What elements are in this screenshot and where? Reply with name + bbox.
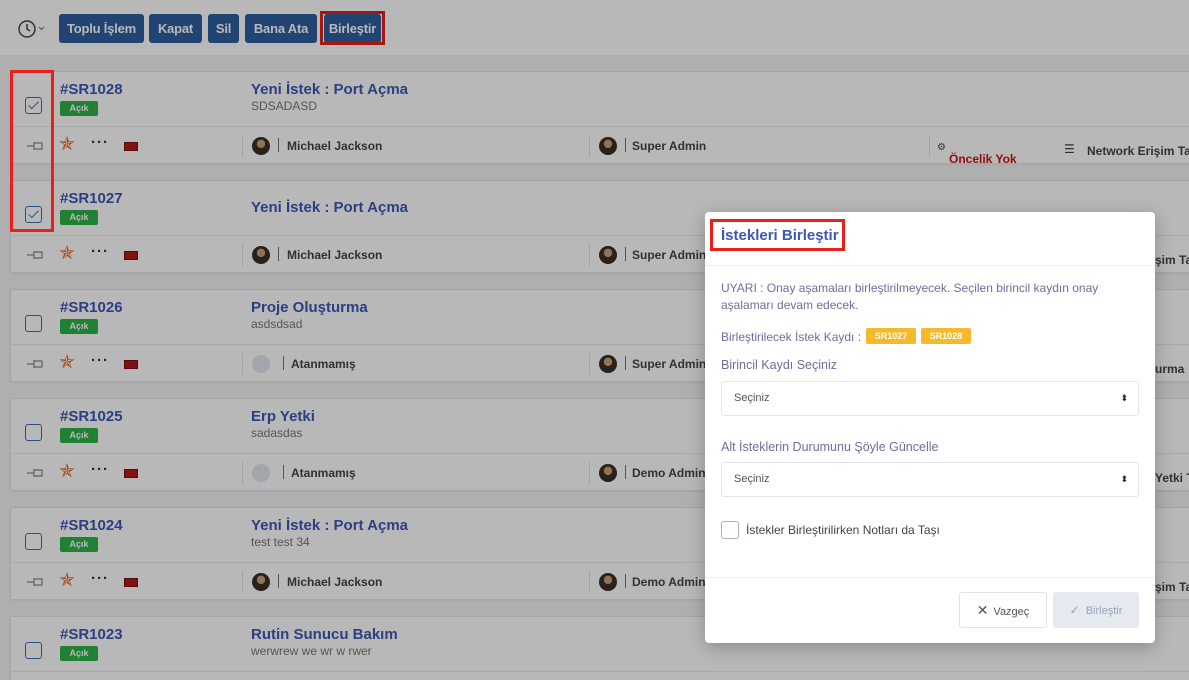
selected-checkboxes-highlight xyxy=(10,70,54,232)
merge-tag: SR1028 xyxy=(921,328,971,344)
select-arrows-icon: ⬍ xyxy=(1120,474,1128,484)
cancel-label: Vazgeç xyxy=(993,606,1030,618)
primary-record-select[interactable]: Seçiniz ⬍ xyxy=(721,381,1139,416)
primary-record-label: Birincil Kaydı Seçiniz xyxy=(721,358,838,372)
move-notes-label[interactable]: İstekler Birleştirilirken Notları da Taş… xyxy=(746,523,940,537)
merge-requests-modal: İstekleri Birleştir UYARI : Onay aşamala… xyxy=(705,212,1155,643)
warning-text: UYARI : Onay aşamaları birleştirilmeyece… xyxy=(721,281,1099,312)
modal-title-highlight xyxy=(710,219,845,251)
sub-status-label: Alt İsteklerin Durumunu Şöyle Güncelle xyxy=(721,440,939,454)
merge-tag: SR1027 xyxy=(866,328,916,344)
sub-status-select[interactable]: Seçiniz ⬍ xyxy=(721,462,1139,497)
select-arrows-icon: ⬍ xyxy=(1120,393,1128,403)
move-notes-checkbox[interactable] xyxy=(721,521,739,539)
cancel-button[interactable]: ✕ Vazgeç xyxy=(959,592,1047,628)
sub-status-select-value: Seçiniz xyxy=(734,473,770,485)
primary-record-select-value: Seçiniz xyxy=(734,392,770,404)
merge-records-label: Birleştirilecek İstek Kaydı : xyxy=(721,330,862,344)
check-icon: ✓ xyxy=(1069,603,1080,617)
confirm-merge-button[interactable]: ✓ Birleştir xyxy=(1053,592,1139,628)
merge-label: Birleştir xyxy=(1085,605,1123,617)
close-icon: ✕ xyxy=(976,602,989,618)
